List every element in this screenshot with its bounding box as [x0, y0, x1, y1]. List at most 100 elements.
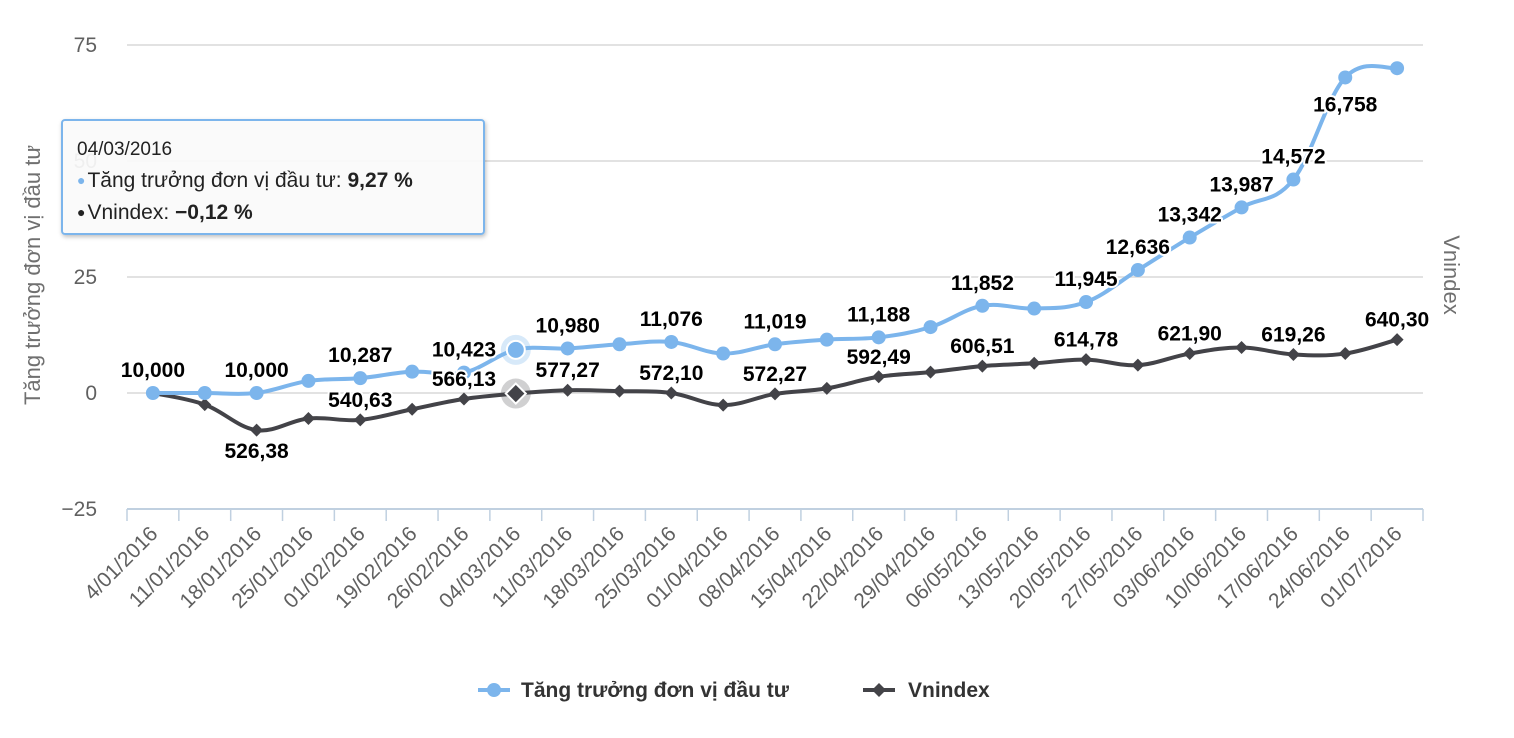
tooltip-value-growth: 9,27 % — [347, 169, 413, 192]
growth-data-label: 16,758 — [1313, 93, 1378, 116]
growth-point[interactable] — [505, 339, 526, 360]
vnindex-point[interactable] — [612, 384, 626, 398]
tooltip-row-vnindex: ●Vnindex: −0,12 % — [77, 201, 469, 225]
tooltip-value-vnindex: −0,12 % — [175, 201, 253, 224]
growth-point[interactable] — [1390, 61, 1405, 76]
growth-point[interactable] — [301, 373, 316, 388]
line-chart: −250255075 4/01/201611/01/201618/01/2016… — [20, 34, 1464, 702]
growth-point[interactable] — [1027, 301, 1042, 316]
growth-point[interactable] — [1286, 172, 1301, 187]
legend-marker-vnindex — [872, 683, 886, 697]
y-axis-title: Tăng trưởng đơn vị đầu tư — [20, 145, 45, 405]
legend: Tăng trưởng đơn vị đầu tư Vnindex — [478, 679, 990, 702]
vnindex-point[interactable] — [1079, 353, 1093, 367]
tooltip-label-vnindex: Vnindex: — [87, 201, 170, 224]
vnindex-data-label: 640,30 — [1365, 309, 1429, 332]
growth-data-label: 11,188 — [847, 303, 910, 326]
vnindex-point[interactable] — [768, 387, 782, 401]
tooltip-row-growth: ●Tăng trưởng đơn vị đầu tư: 9,27 % — [77, 169, 469, 193]
growth-point[interactable] — [145, 386, 160, 400]
growth-data-label: 11,945 — [1055, 268, 1118, 291]
x-axis: 4/01/201611/01/201618/01/201625/01/20160… — [80, 508, 1424, 613]
vnindex-point[interactable] — [561, 383, 575, 397]
grid-lines — [127, 44, 1423, 510]
growth-point[interactable] — [716, 346, 731, 361]
vnindex-data-label: 526,38 — [224, 440, 289, 463]
vnindex-point[interactable] — [975, 359, 989, 373]
growth-data-label: 10,000 — [224, 359, 288, 382]
growth-point[interactable] — [1130, 263, 1145, 278]
growth-data-label: 11,852 — [951, 272, 1014, 295]
vnindex-data-label: 572,27 — [743, 363, 807, 386]
vnindex-point[interactable] — [198, 398, 212, 412]
tooltip-dot-growth: ● — [77, 172, 86, 188]
y-tick-label: 25 — [74, 266, 97, 289]
growth-data-label: 11,019 — [743, 310, 806, 333]
growth-point[interactable] — [768, 337, 782, 352]
y-tick-label: −25 — [61, 498, 97, 521]
growth-data-label: 13,987 — [1209, 173, 1273, 196]
legend-item-growth[interactable]: Tăng trưởng đơn vị đầu tư — [478, 679, 790, 702]
vnindex-point[interactable] — [353, 413, 367, 427]
growth-data-label: 12,636 — [1106, 236, 1170, 259]
vnindex-point[interactable] — [664, 386, 678, 400]
tooltip-label-growth: Tăng trưởng đơn vị đầu tư: — [87, 169, 342, 192]
growth-point[interactable] — [871, 330, 886, 345]
vnindex-point[interactable] — [405, 402, 419, 416]
growth-point[interactable] — [819, 332, 834, 347]
vnindex-data-label: 621,90 — [1158, 323, 1222, 346]
growth-data-label: 10,287 — [328, 344, 392, 367]
vnindex-data-label: 566,13 — [432, 368, 496, 391]
vnindex-data-label: 619,26 — [1261, 323, 1325, 346]
legend-marker-growth — [487, 683, 501, 697]
growth-data-label: 10,000 — [121, 359, 185, 382]
y-tick-label: 0 — [85, 382, 97, 405]
vnindex-data-label: 614,78 — [1054, 329, 1119, 352]
vnindex-point[interactable] — [1338, 347, 1352, 361]
vnindex-data-label: 572,10 — [639, 362, 703, 385]
vnindex-data-label: 540,63 — [328, 389, 392, 412]
vnindex-point[interactable] — [924, 365, 938, 379]
vnindex-point[interactable] — [1183, 347, 1197, 361]
vnindex-data-label: 592,49 — [847, 346, 911, 369]
growth-data-label: 13,342 — [1158, 204, 1222, 227]
growth-point[interactable] — [612, 337, 627, 352]
vnindex-point[interactable] — [1390, 333, 1404, 347]
growth-point[interactable] — [1079, 295, 1094, 310]
y-tick-label: 75 — [74, 34, 97, 57]
vnindex-point[interactable] — [716, 398, 730, 412]
tooltip: 04/03/2016 ●Tăng trưởng đơn vị đầu tư: 9… — [61, 119, 485, 235]
growth-point[interactable] — [405, 364, 420, 379]
vnindex-point[interactable] — [1131, 358, 1145, 372]
growth-point[interactable] — [197, 386, 212, 400]
vnindex-point[interactable] — [1235, 341, 1249, 355]
growth-data-label: 10,980 — [536, 314, 600, 337]
growth-point[interactable] — [1234, 200, 1249, 215]
vnindex-point[interactable] — [872, 370, 886, 384]
vnindex-data-label: 606,51 — [950, 335, 1015, 358]
growth-point[interactable] — [923, 320, 938, 335]
growth-data-label: 11,076 — [640, 308, 703, 331]
vnindex-data-label: 577,27 — [536, 359, 600, 382]
vnindex-point[interactable] — [457, 392, 471, 406]
growth-point[interactable] — [1338, 70, 1353, 85]
growth-point[interactable] — [560, 341, 575, 356]
growth-data-label: 10,423 — [432, 339, 496, 362]
legend-label-vnindex: Vnindex — [908, 679, 990, 702]
vnindex-point[interactable] — [250, 423, 264, 437]
growth-point[interactable] — [1182, 230, 1197, 245]
growth-point[interactable] — [975, 298, 990, 313]
y-axis-ticks: −250255075 — [61, 34, 97, 521]
legend-label-growth: Tăng trưởng đơn vị đầu tư — [521, 679, 790, 702]
tooltip-date: 04/03/2016 — [77, 139, 173, 160]
growth-point[interactable] — [664, 334, 679, 349]
tooltip-dot-vnindex: ● — [77, 204, 86, 220]
legend-item-vnindex[interactable]: Vnindex — [863, 679, 990, 702]
vnindex-point[interactable] — [301, 412, 315, 426]
vnindex-point[interactable] — [1286, 347, 1300, 361]
y-axis-title-right: Vnindex — [1439, 235, 1464, 315]
growth-point[interactable] — [249, 386, 264, 400]
growth-point[interactable] — [353, 371, 368, 386]
vnindex-point[interactable] — [1027, 356, 1041, 370]
growth-data-label: 14,572 — [1261, 146, 1325, 169]
